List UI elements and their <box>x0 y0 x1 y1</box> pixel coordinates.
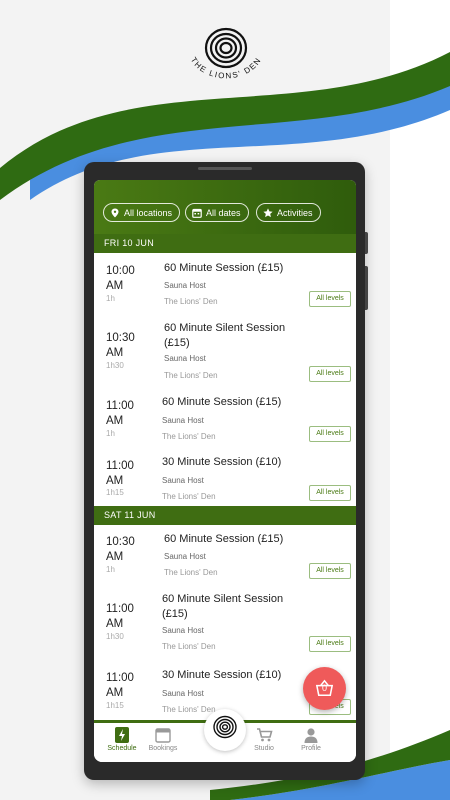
session-row[interactable]: 11:00 AM 1h15 30 Minute Session (£10) Sau… <box>94 447 356 507</box>
session-duration: 1h <box>106 294 115 303</box>
session-time: 11:00 AM <box>106 672 134 699</box>
filter-locations-chip[interactable]: All locations <box>103 203 181 222</box>
session-location: The Lions' Den <box>164 568 218 577</box>
session-title: 60 Minute Session (£15) <box>164 262 284 274</box>
tab-bookings-label: Bookings <box>148 745 178 752</box>
basket-count: 0 <box>321 683 327 693</box>
lightning-icon <box>115 727 129 743</box>
session-host: Sauna Host <box>162 626 204 635</box>
session-duration: 1h <box>106 429 115 438</box>
session-row[interactable]: 11:00 AM 1h 60 Minute Session (£15) Sauna… <box>94 387 356 448</box>
phone-side-button <box>365 232 368 254</box>
session-location: The Lions' Den <box>164 371 218 380</box>
lions-den-wordmark: THE LIONS' DEN <box>189 56 264 81</box>
date-header: FRI 10 JUN <box>94 234 356 253</box>
session-duration: 1h30 <box>106 632 124 641</box>
session-host: Sauna Host <box>162 689 204 698</box>
tab-studio[interactable]: Studio <box>242 727 286 752</box>
lions-den-logo-icon <box>213 715 237 739</box>
calendar-icon <box>192 208 202 218</box>
tab-bookings[interactable]: Bookings <box>141 727 185 752</box>
svg-text:THE LIONS' DEN: THE LIONS' DEN <box>189 56 264 81</box>
session-time: 11:00 AM <box>106 400 134 427</box>
star-icon <box>263 208 273 218</box>
session-location: The Lions' Den <box>162 642 216 651</box>
app-screen: All locations All dates Activities FRI 1… <box>94 180 356 762</box>
session-time: 10:30 AM <box>106 332 135 359</box>
phone-volume-button <box>365 266 368 310</box>
filter-activities-label: Activities <box>277 208 313 218</box>
level-badge: All levels <box>309 485 351 501</box>
session-location: The Lions' Den <box>162 432 216 441</box>
filter-dates-label: All dates <box>206 208 241 218</box>
session-duration: 1h15 <box>106 488 124 497</box>
session-title: 60 Minute Session (£15) <box>164 533 284 545</box>
tab-home-logo[interactable] <box>204 709 246 751</box>
session-host: Sauna Host <box>162 416 204 425</box>
session-time: 11:00 AM <box>106 460 134 487</box>
session-title: 30 Minute Session (£10) <box>162 669 282 681</box>
level-badge: All levels <box>309 426 351 442</box>
session-location: The Lions' Den <box>162 492 216 501</box>
session-row[interactable]: 10:30 AM 1h30 60 Minute Silent Session (£… <box>94 312 356 388</box>
session-time: 11:00 AM <box>106 603 134 630</box>
tab-profile-label: Profile <box>301 745 321 752</box>
session-duration: 1h15 <box>106 701 124 710</box>
tab-schedule[interactable]: Schedule <box>100 727 144 752</box>
filter-locations-label: All locations <box>124 208 173 218</box>
bottom-tab-bar: Schedule Bookings Studio Profile <box>94 709 356 762</box>
calendar-icon <box>155 728 171 743</box>
filter-header: All locations All dates Activities <box>94 180 356 234</box>
session-row[interactable]: 11:00 AM 1h30 60 Minute Silent Session (£… <box>94 584 356 660</box>
session-host: Sauna Host <box>164 281 206 290</box>
basket-button[interactable]: 0 <box>303 667 346 710</box>
session-title: 30 Minute Session (£10) <box>162 456 282 468</box>
filter-activities-chip[interactable]: Activities <box>256 203 321 222</box>
tab-profile[interactable]: Profile <box>289 727 333 752</box>
level-badge: All levels <box>309 291 351 307</box>
session-duration: 1h <box>106 565 115 574</box>
cart-icon <box>256 728 273 742</box>
tab-studio-label: Studio <box>254 745 274 752</box>
level-badge: All levels <box>309 366 351 382</box>
session-time: 10:00 AM <box>106 265 135 292</box>
session-title: 60 Minute Silent Session (£15) <box>162 593 284 620</box>
session-title: 60 Minute Silent Session (£15) <box>164 322 286 349</box>
session-row[interactable]: 10:00 AM 1h 60 Minute Session (£15) Sauna… <box>94 253 356 313</box>
session-location: The Lions' Den <box>164 297 218 306</box>
location-pin-icon <box>111 208 119 218</box>
level-badge: All levels <box>309 636 351 652</box>
date-header: SAT 11 JUN <box>94 506 356 525</box>
session-host: Sauna Host <box>164 552 206 561</box>
filter-dates-chip[interactable]: All dates <box>185 203 249 222</box>
session-row[interactable]: 10:30 AM 1h 60 Minute Session (£15) Sauna… <box>94 525 356 585</box>
person-icon <box>304 728 318 743</box>
session-host: Sauna Host <box>164 354 206 363</box>
session-title: 60 Minute Session (£15) <box>162 396 282 408</box>
tab-schedule-label: Schedule <box>107 745 137 752</box>
phone-speaker <box>198 167 252 170</box>
session-host: Sauna Host <box>162 476 204 485</box>
session-time: 10:30 AM <box>106 536 135 563</box>
session-duration: 1h30 <box>106 361 124 370</box>
level-badge: All levels <box>309 563 351 579</box>
